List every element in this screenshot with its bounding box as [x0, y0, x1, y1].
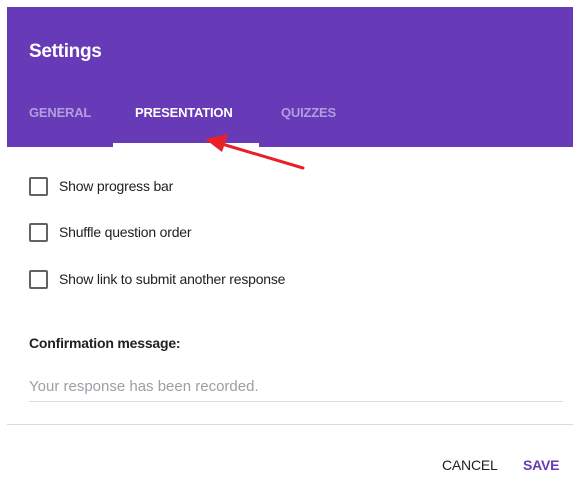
save-button[interactable]: SAVE: [523, 457, 559, 473]
option-label: Shuffle question order: [59, 224, 192, 240]
option-label: Show progress bar: [59, 178, 174, 194]
option-show-link-another-response[interactable]: Show link to submit another response: [29, 268, 285, 290]
tab-quizzes[interactable]: QUIZZES: [281, 105, 336, 120]
cancel-button[interactable]: CANCEL: [442, 457, 498, 473]
confirmation-message-label: Confirmation message:: [29, 335, 181, 351]
option-shuffle-question-order[interactable]: Shuffle question order: [29, 221, 192, 243]
confirmation-message-input[interactable]: [29, 372, 563, 402]
option-show-progress-bar[interactable]: Show progress bar: [29, 175, 173, 197]
settings-dialog: Settings GENERAL PRESENTATION QUIZZES Sh…: [7, 0, 580, 501]
option-label: Show link to submit another response: [59, 271, 286, 287]
shuffle-question-order-checkbox[interactable]: [29, 222, 48, 242]
dialog-title: Settings: [29, 41, 102, 62]
footer-divider: [7, 424, 573, 425]
show-progress-bar-checkbox[interactable]: [29, 176, 48, 196]
tab-presentation[interactable]: PRESENTATION: [135, 105, 233, 120]
tab-general[interactable]: GENERAL: [29, 105, 91, 120]
dialog-header: Settings GENERAL PRESENTATION QUIZZES: [7, 7, 573, 147]
active-tab-indicator: [113, 143, 259, 147]
show-link-another-response-checkbox[interactable]: [29, 269, 48, 289]
